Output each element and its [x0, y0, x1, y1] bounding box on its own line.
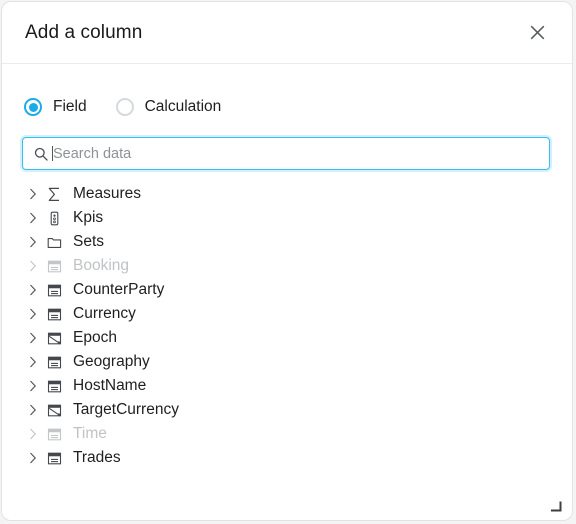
tree-item-targetcurrency[interactable]: TargetCurrency	[24, 398, 572, 422]
kpi-icon	[45, 206, 63, 230]
table-icon	[45, 278, 63, 302]
tree-item-hostname[interactable]: HostName	[24, 374, 572, 398]
tree-item-label: Geography	[73, 353, 150, 370]
chevron-right-icon[interactable]	[24, 230, 42, 254]
tree-item-label: Sets	[73, 233, 105, 250]
radio-mark-field	[24, 98, 42, 116]
sigma-icon	[45, 182, 63, 206]
tree-item-label: HostName	[73, 377, 147, 394]
chevron-right-icon[interactable]	[24, 350, 42, 374]
tree-item-trades[interactable]: Trades	[24, 446, 572, 470]
radio-label-field: Field	[53, 98, 87, 115]
resize-grip-icon	[551, 501, 562, 512]
chevron-right-icon[interactable]	[24, 182, 42, 206]
close-icon	[530, 25, 544, 40]
add-column-dialog: Add a column Field Calculation Search da…	[1, 1, 573, 521]
tree-item-booking[interactable]: Booking	[24, 254, 572, 278]
chevron-right-icon[interactable]	[24, 326, 42, 350]
table-icon	[45, 302, 63, 326]
tree-item-label: Trades	[73, 449, 121, 466]
tree-item-currency[interactable]: Currency	[24, 302, 572, 326]
radio-dot-field	[28, 102, 38, 112]
radio-option-field[interactable]: Field	[24, 98, 87, 116]
chevron-right-icon[interactable]	[24, 422, 42, 446]
chevron-right-icon[interactable]	[24, 206, 42, 230]
dialog-body: Field Calculation Search data Measures K…	[2, 64, 572, 520]
table-icon	[45, 446, 63, 470]
tree-item-label: Booking	[73, 257, 130, 274]
view-icon	[45, 326, 63, 350]
tree-item-epoch[interactable]: Epoch	[24, 326, 572, 350]
table-icon	[45, 422, 63, 446]
tree-item-label: Currency	[73, 305, 136, 322]
tree-item-sets[interactable]: Sets	[24, 230, 572, 254]
data-tree: Measures Kpis Sets Booking CounterParty …	[2, 182, 572, 470]
radio-option-calculation[interactable]: Calculation	[115, 98, 222, 116]
chevron-right-icon[interactable]	[24, 398, 42, 422]
search-icon	[33, 147, 49, 161]
tree-item-label: Epoch	[73, 329, 117, 346]
chevron-right-icon[interactable]	[24, 254, 42, 278]
column-type-radio-group: Field Calculation	[2, 64, 572, 119]
tree-item-label: CounterParty	[73, 281, 165, 298]
tree-item-geography[interactable]: Geography	[24, 350, 572, 374]
radio-mark-calculation	[115, 98, 134, 116]
search-input[interactable]	[53, 145, 539, 162]
tree-item-label: Measures	[73, 185, 142, 202]
radio-dot-calculation	[120, 103, 129, 112]
tree-item-label: Kpis	[73, 209, 104, 226]
tree-item-time[interactable]: Time	[24, 422, 572, 446]
folder-icon	[45, 230, 63, 254]
table-icon	[45, 350, 63, 374]
radio-label-calculation: Calculation	[144, 98, 222, 115]
tree-item-kpis[interactable]: Kpis	[24, 206, 572, 230]
chevron-right-icon[interactable]	[24, 446, 42, 470]
chevron-right-icon[interactable]	[24, 302, 42, 326]
close-button[interactable]	[522, 18, 552, 48]
chevron-right-icon[interactable]	[24, 374, 42, 398]
table-icon	[45, 374, 63, 398]
page-title: Add a column	[25, 21, 143, 43]
search-field[interactable]	[22, 137, 550, 170]
tree-item-measures[interactable]: Measures	[24, 182, 572, 206]
tree-item-label: TargetCurrency	[73, 401, 179, 418]
table-icon	[45, 254, 63, 278]
view-icon	[45, 398, 63, 422]
chevron-right-icon[interactable]	[24, 278, 42, 302]
tree-item-counterparty[interactable]: CounterParty	[24, 278, 572, 302]
resize-handle[interactable]	[550, 499, 562, 512]
dialog-header: Add a column	[2, 2, 572, 64]
tree-item-label: Time	[73, 425, 107, 442]
